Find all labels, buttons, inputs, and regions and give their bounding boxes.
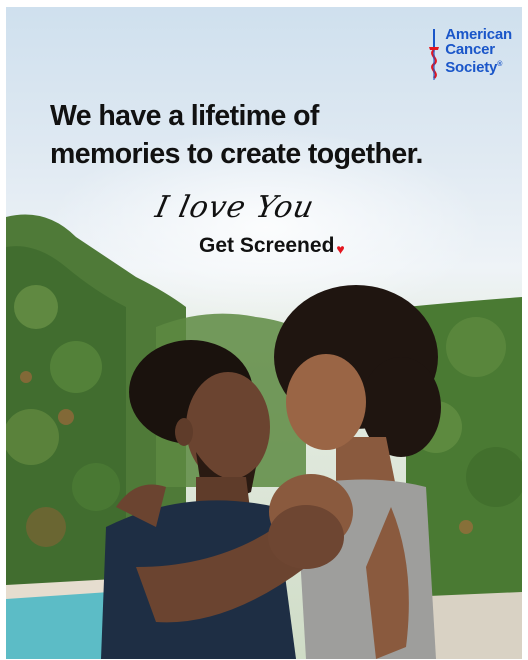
logo-line-american: American (445, 26, 512, 43)
heart-icon: ♥ (336, 241, 345, 257)
get-screened-label: Get Screened (199, 234, 335, 257)
logo-line-society: Society® (445, 59, 503, 76)
headline-line-1: We have a lifetime of (50, 100, 319, 132)
american-cancer-society-logo: American Cancer Society® (427, 27, 512, 81)
sword-icon (429, 29, 440, 80)
get-screened-tagline: Get Screened ♥ (199, 234, 345, 258)
logo-line-cancer: Cancer (445, 41, 495, 58)
headline-line-2: memories to create together. (50, 138, 423, 170)
script-text: I love You (152, 190, 318, 225)
headline: We have a lifetime of memories to create… (50, 97, 423, 173)
ad-poster: American Cancer Society® We have a lifet… (6, 7, 522, 659)
